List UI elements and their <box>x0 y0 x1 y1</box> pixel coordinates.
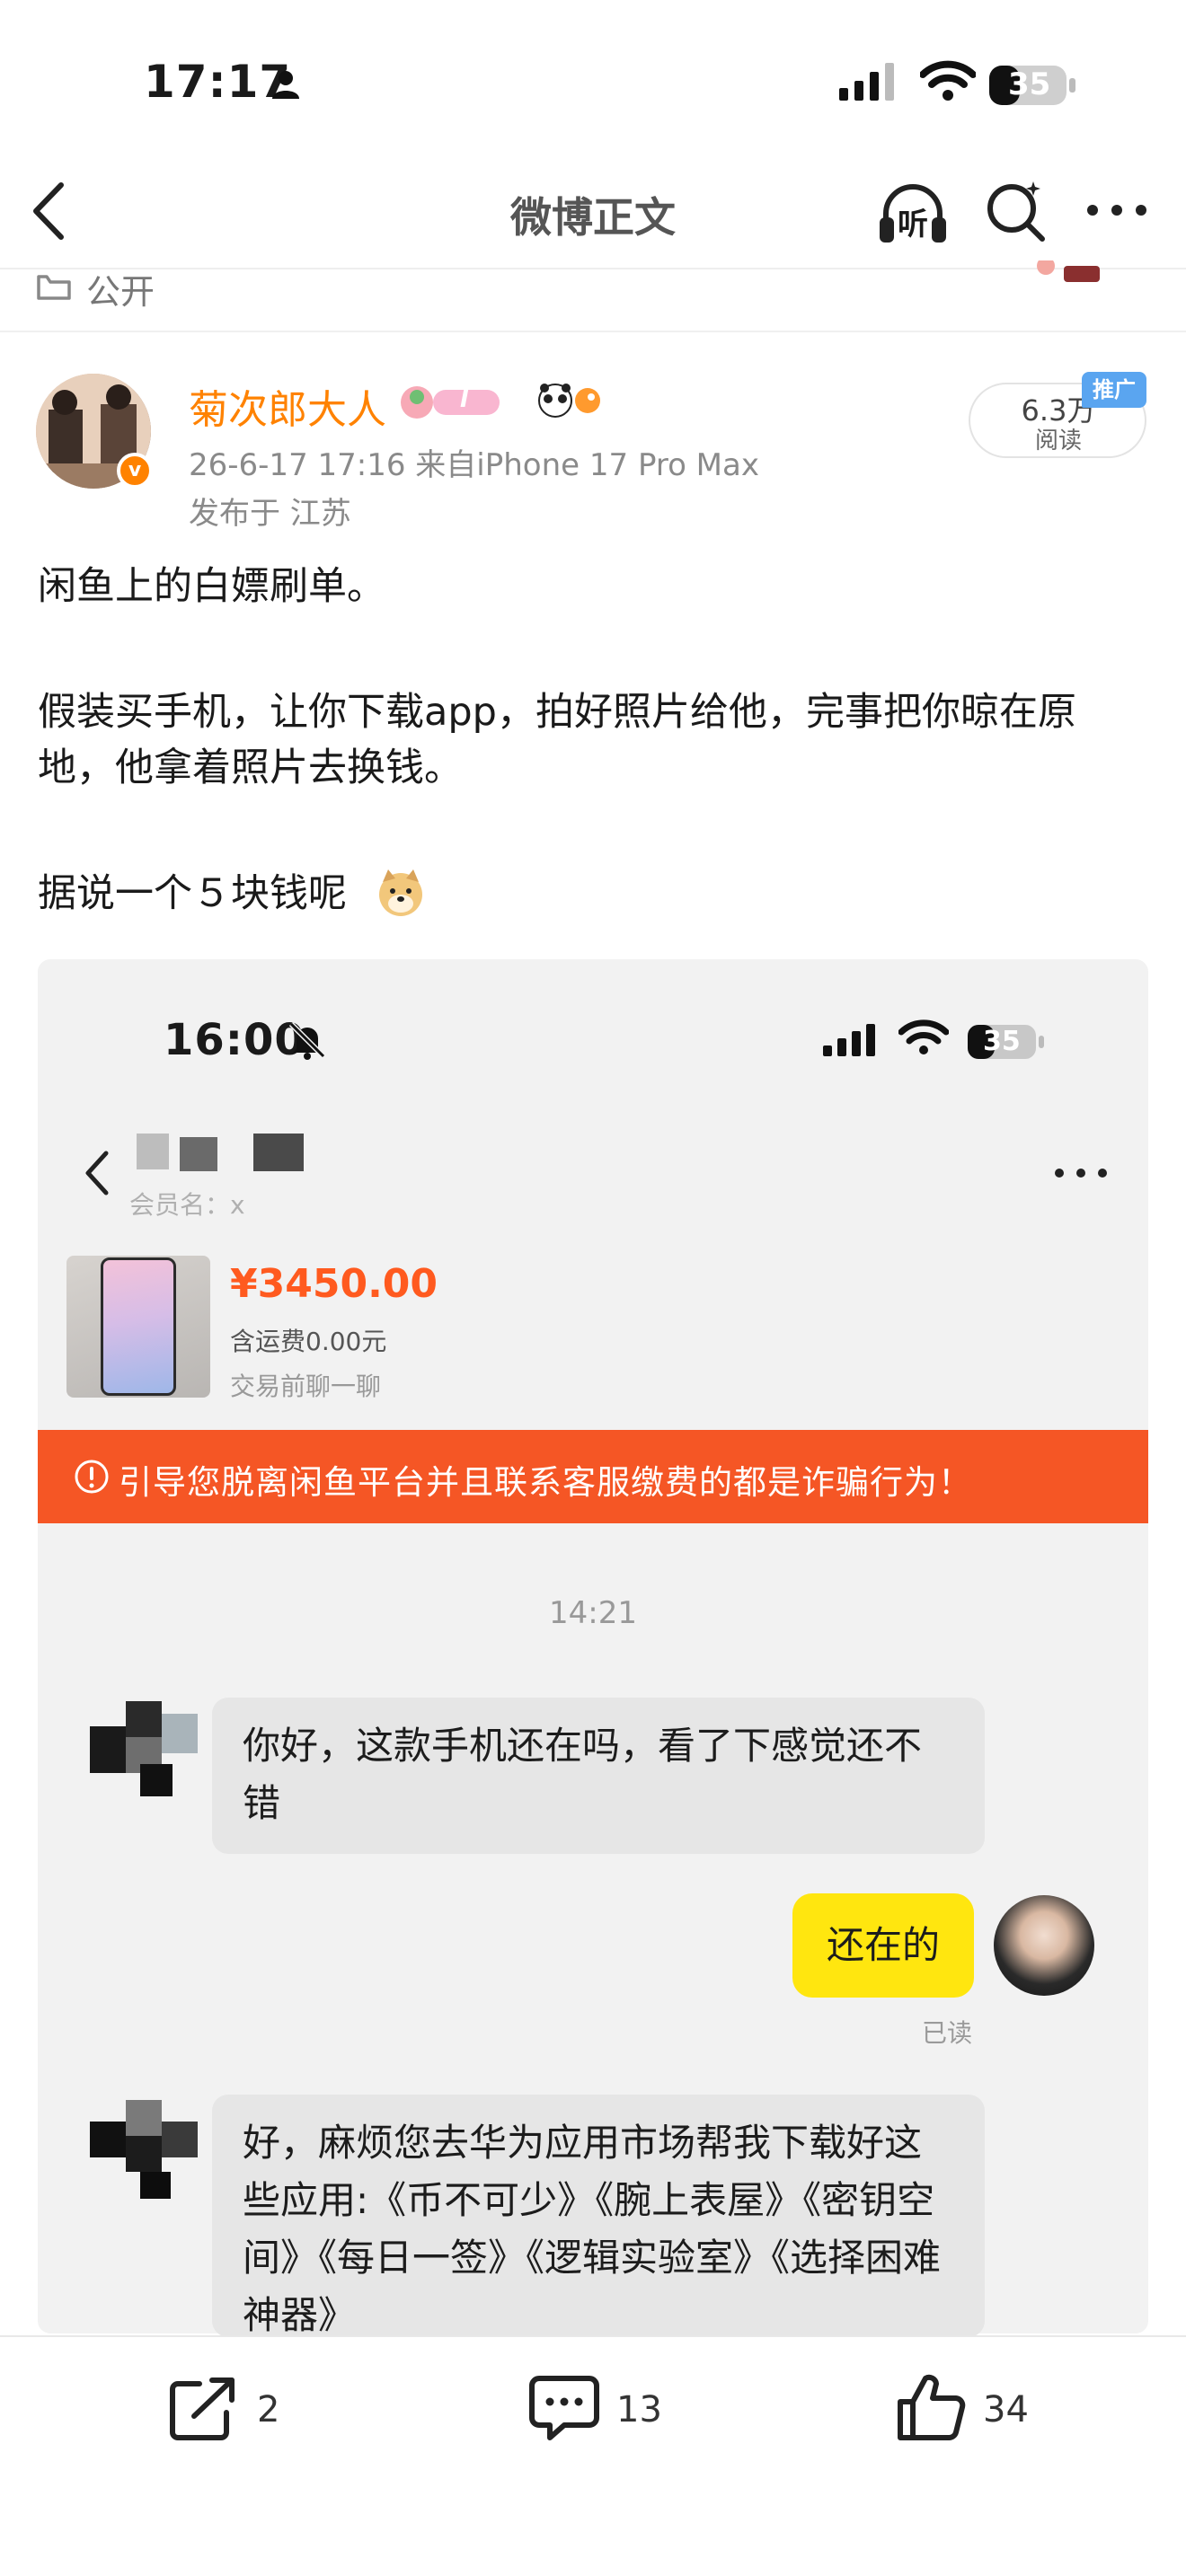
screenshot-wifi-icon <box>898 1019 950 1060</box>
like-count[interactable]: 34 <box>983 2389 1029 2430</box>
blurred-name-1 <box>137 1134 169 1169</box>
lock-icon <box>36 269 72 304</box>
read-status: 已读 <box>922 2018 973 2048</box>
like-icon[interactable] <box>895 2371 967 2447</box>
screenshot-back-icon <box>81 1148 113 1202</box>
shipping-info: 含运费0.00元 <box>230 1327 387 1356</box>
post-meta: 26-6-17 17:16 来自iPhone 17 Pro Max <box>189 447 759 483</box>
verified-badge: v <box>117 453 153 489</box>
post-text-line3: 据说一个５块钱呢 <box>38 871 347 916</box>
post-text-line2: 假装买手机，让你下载app，拍好照片给他，完事把你晾在原地，他拿着照片去换钱。 <box>38 690 1076 790</box>
level-badge: I <box>460 386 469 413</box>
signal-icon <box>839 63 897 104</box>
comment-count[interactable]: 13 <box>616 2389 662 2430</box>
post-text-line1: 闲鱼上的白嫖刷单。 <box>38 564 385 609</box>
reads-label: 阅读 <box>1034 428 1082 454</box>
battery-level: 35 <box>1008 66 1051 102</box>
doge-emoji-icon <box>376 868 426 922</box>
warning-text: 引导您脱离闲鱼平台并且联系客服缴费的都是诈骗行为！ <box>119 1463 972 1502</box>
chat-hint: 交易前聊一聊 <box>230 1372 382 1401</box>
visibility-label: 公开 <box>86 272 155 312</box>
screenshot-battery-level: 35 <box>983 1026 1021 1057</box>
screenshot-battery-icon: 35 <box>967 1024 1048 1063</box>
promo-tag[interactable]: 推广 <box>1082 372 1146 408</box>
screenshot-signal-icon <box>823 1024 879 1060</box>
decoration-icon <box>1033 257 1114 286</box>
chat-timestamp: 14:21 <box>549 1595 637 1631</box>
blurred-name-2 <box>180 1137 217 1171</box>
share-icon[interactable] <box>169 2375 241 2447</box>
buyer-avatar <box>90 1701 198 1796</box>
bell-off-icon <box>288 1020 327 1063</box>
seller-avatar <box>994 1895 1094 1996</box>
buyer-avatar-2 <box>90 2095 198 2199</box>
battery-icon: 35 <box>988 65 1078 110</box>
product-price: ¥3450.00 <box>230 1261 438 1307</box>
screenshot-more-icon <box>1053 1166 1109 1183</box>
chat-bubble-seller: 还在的 <box>792 1893 974 1998</box>
blurred-name-3 <box>253 1134 304 1171</box>
share-count[interactable]: 2 <box>257 2389 279 2430</box>
nav-divider <box>0 268 1186 269</box>
phone-image <box>101 1257 176 1396</box>
warning-icon <box>74 1459 110 1498</box>
screenshot-status-time: 16:00 <box>164 1015 305 1065</box>
wifi-icon <box>919 59 977 106</box>
section-divider <box>0 331 1186 332</box>
search-icon[interactable] <box>983 180 1048 248</box>
author-badges: I <box>397 381 600 424</box>
chat-bubble-buyer-2: 好，麻烦您去华为应用市场帮我下载好这些应用:《币不可少》《腕上表屋》《密钥空间》… <box>212 2095 985 2337</box>
listen-button[interactable]: 听 <box>877 180 949 250</box>
member-name: 会员名：x <box>129 1190 245 1220</box>
listen-icon: 听 <box>898 207 928 243</box>
author-name[interactable]: 菊次郎大人 <box>189 377 386 435</box>
more-icon[interactable] <box>1085 203 1148 221</box>
comment-icon[interactable] <box>528 2373 600 2447</box>
post-location: 发布于 江苏 <box>189 496 351 532</box>
chat-bubble-buyer-1: 你好，这款手机还在吗，看了下感觉还不错 <box>212 1698 985 1854</box>
person-icon <box>270 68 302 104</box>
